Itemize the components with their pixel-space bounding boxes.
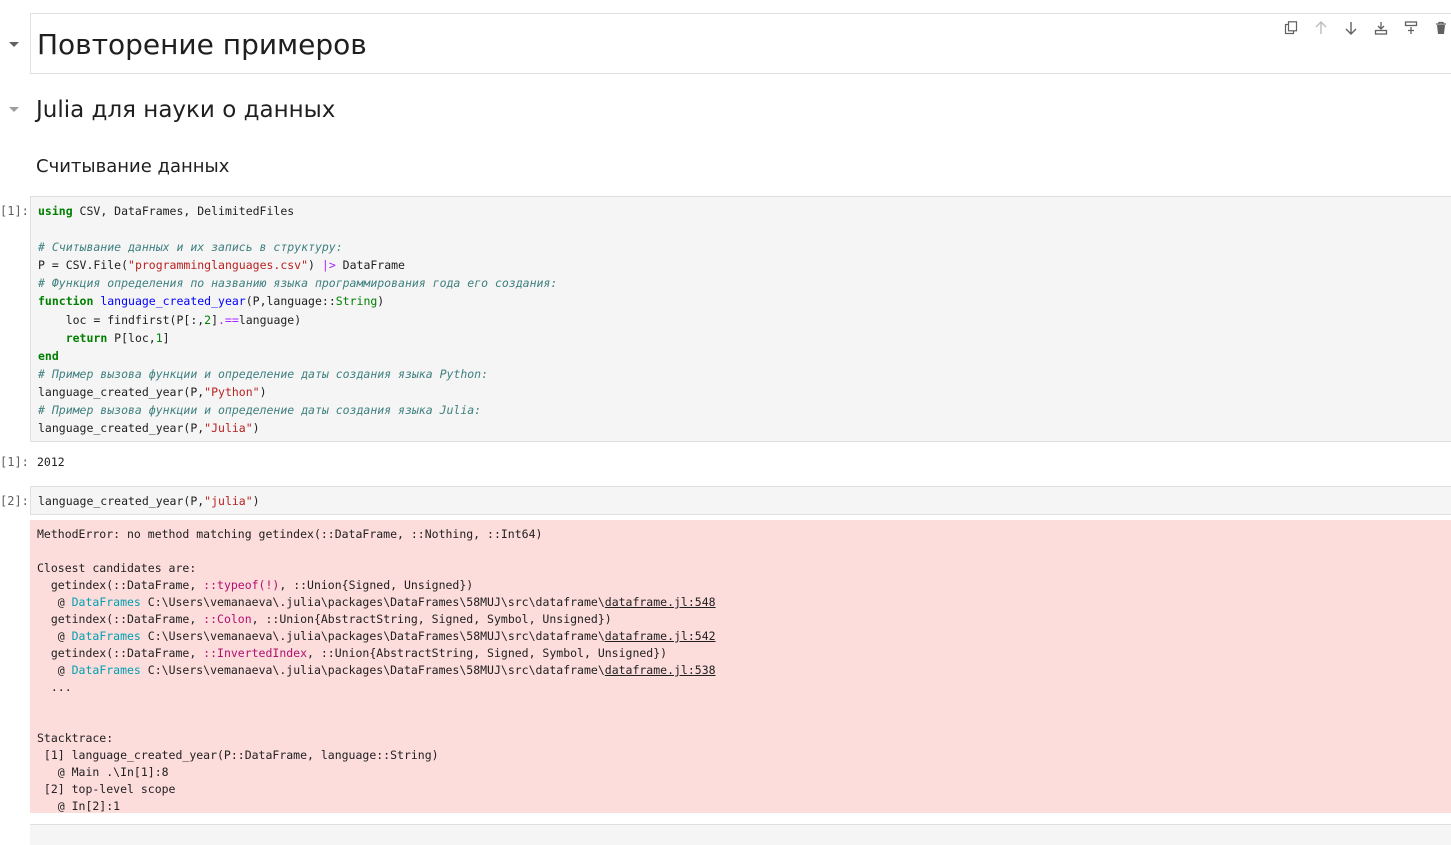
error-line: getindex(::DataFrame, <box>37 612 204 626</box>
code-number: 1 <box>155 330 163 345</box>
code-token: ] <box>211 312 219 327</box>
heading-3: Считывание данных <box>36 156 230 177</box>
code-token: ) <box>308 258 322 273</box>
code-token: language_created_year(P, <box>38 494 205 508</box>
code-comment: # Пример вызова функции и определение да… <box>38 403 482 418</box>
code-string: "Python" <box>204 384 260 399</box>
code-token: (P,language:: <box>245 294 336 309</box>
cell-output-text: 2012 <box>37 455 65 469</box>
error-line: C:\Users\vemanaeva\.julia\packages\DataF… <box>140 663 605 677</box>
code-editor[interactable]: using CSV, DataFrames, DelimitedFiles # … <box>38 202 557 437</box>
error-line: [2] top-level scope <box>37 782 176 796</box>
input-prompt: [2]: <box>0 494 28 508</box>
error-token: ::Colon <box>203 612 252 626</box>
code-comment: # Пример вызова функции и определение да… <box>38 366 489 381</box>
collapse-h1-chevron-icon[interactable] <box>8 41 20 49</box>
error-traceback: MethodError: no method matching getindex… <box>37 526 716 815</box>
code-token: ] <box>162 330 170 345</box>
error-line: C:\Users\vemanaeva\.julia\packages\DataF… <box>140 595 605 609</box>
code-editor[interactable]: language_created_year(P,"julia") <box>38 492 260 510</box>
code-token: DataFrame <box>335 258 405 273</box>
duplicate-icon[interactable] <box>1276 18 1306 38</box>
error-module: DataFrames <box>71 663 141 677</box>
source-link[interactable]: dataframe.jl:538 <box>605 663 716 677</box>
input-prompt: [1]: <box>0 204 28 218</box>
next-code-cell[interactable] <box>30 824 1451 845</box>
delete-icon[interactable] <box>1426 18 1451 38</box>
error-line: C:\Users\vemanaeva\.julia\packages\DataF… <box>140 629 605 643</box>
code-token: using <box>38 204 73 218</box>
error-line: MethodError: no method matching getindex… <box>37 527 543 541</box>
collapse-h2-chevron-icon[interactable] <box>8 106 20 114</box>
error-token: ::InvertedIndex <box>203 646 308 660</box>
code-token: language) <box>238 312 302 327</box>
error-module: DataFrames <box>71 629 141 643</box>
code-function-name: language_created_year <box>100 294 246 309</box>
code-string: "Julia" <box>204 421 253 436</box>
error-token: ::typeof(!) <box>203 578 280 592</box>
move-down-icon[interactable] <box>1336 18 1366 38</box>
code-token: ) <box>259 384 267 399</box>
code-cell-2[interactable]: language_created_year(P,"julia") <box>30 486 1451 515</box>
error-line: [1] language_created_year(P::DataFrame, … <box>37 748 439 762</box>
source-link[interactable]: dataframe.jl:548 <box>605 595 716 609</box>
code-keyword: function <box>38 294 94 309</box>
code-type: String <box>335 294 378 309</box>
insert-below-icon[interactable] <box>1396 18 1426 38</box>
code-keyword: end <box>38 348 59 363</box>
code-token: P = CSV.File( <box>38 258 129 273</box>
code-comment: # Считывание данных и их запись в структ… <box>38 240 343 255</box>
error-line: @ In[2]:1 <box>37 799 121 813</box>
error-line: , ::Union{AbstractString, Signed, Symbol… <box>307 646 668 660</box>
code-token: ) <box>252 494 260 508</box>
code-token: loc = findfirst(P[:, <box>38 312 205 327</box>
move-up-icon[interactable] <box>1306 18 1336 38</box>
code-token: ) <box>252 421 260 436</box>
code-token: P[loc, <box>107 330 156 345</box>
code-token: language_created_year(P, <box>38 421 205 436</box>
error-line: @ <box>37 663 72 677</box>
code-operator: .== <box>218 312 239 327</box>
heading-1: Повторение примеров <box>37 28 367 61</box>
code-comment: # Функция определения по названию языка … <box>38 276 558 291</box>
source-link[interactable]: dataframe.jl:542 <box>605 629 716 643</box>
cell-toolbar <box>1276 18 1451 38</box>
code-token: CSV, DataFrames, DelimitedFiles <box>72 204 295 218</box>
code-string: "programminglanguages.csv" <box>128 258 309 273</box>
code-operator: |> <box>321 258 336 273</box>
error-line: getindex(::DataFrame, <box>37 578 204 592</box>
code-string: "julia" <box>204 494 253 508</box>
error-module: DataFrames <box>71 595 141 609</box>
code-token: ) <box>377 294 385 309</box>
error-line: @ <box>37 595 72 609</box>
code-keyword: return <box>65 330 108 345</box>
error-line: ... <box>37 680 72 694</box>
error-line: @ <box>37 629 72 643</box>
error-line: , ::Union{Signed, Unsigned}) <box>279 578 474 592</box>
error-line: Stacktrace: <box>37 731 114 745</box>
heading-2: Julia для науки о данных <box>36 97 336 123</box>
insert-above-icon[interactable] <box>1366 18 1396 38</box>
code-token: language_created_year(P, <box>38 384 205 399</box>
error-line: Closest candidates are: <box>37 561 197 575</box>
error-line: , ::Union{AbstractString, Signed, Symbol… <box>251 612 612 626</box>
error-line: getindex(::DataFrame, <box>37 646 204 660</box>
code-cell-1[interactable]: using CSV, DataFrames, DelimitedFiles # … <box>30 196 1451 442</box>
error-output: MethodError: no method matching getindex… <box>30 520 1451 813</box>
error-line: @ Main .\In[1]:8 <box>37 765 169 779</box>
output-prompt: [1]: <box>0 455 28 469</box>
